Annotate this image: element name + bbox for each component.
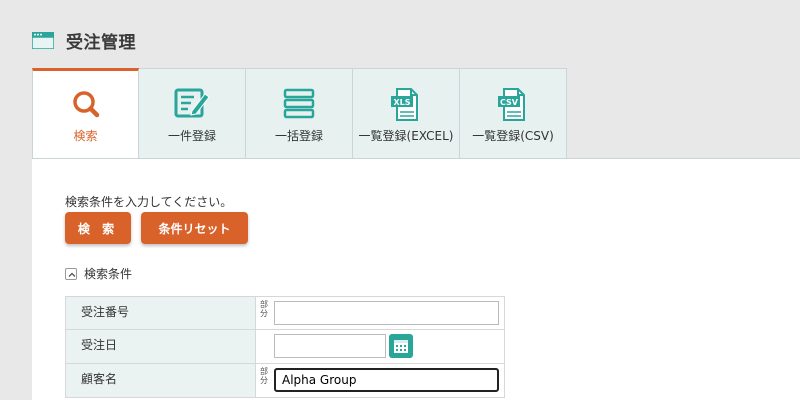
tab-label: 一覧登録(EXCEL) [358, 129, 454, 143]
tab-label: 一覧登録(CSV) [472, 129, 554, 143]
form-row-customer-name: 顧客名 部分 [65, 364, 505, 398]
order-date-label: 受注日 [66, 330, 256, 363]
customer-name-label: 顧客名 [66, 364, 256, 397]
tab-single-register[interactable]: 一件登録 [139, 68, 246, 159]
order-date-input[interactable] [274, 334, 386, 358]
form-cell: 部分 [256, 297, 504, 329]
search-panel: 検索条件を入力してください。 検 索 条件リセット 検索条件 受注番号 部分 受… [32, 158, 800, 400]
search-icon [66, 87, 106, 123]
tab-csv-register[interactable]: CSV 一覧登録(CSV) [460, 68, 567, 159]
page-title: 受注管理 [66, 33, 136, 53]
tab-search[interactable]: 検索 [32, 68, 139, 160]
tab-excel-register[interactable]: XLS 一覧登録(EXCEL) [353, 68, 460, 159]
search-conditions-form: 受注番号 部分 受注日 顧客名 部分 Alpha Group [65, 296, 505, 398]
tab-bulk-register[interactable]: 一括登録 [246, 68, 353, 159]
csv-file-icon: CSV [493, 87, 533, 123]
form-row-order-number: 受注番号 部分 [65, 296, 505, 330]
calendar-icon[interactable] [389, 334, 413, 358]
reset-conditions-button[interactable]: 条件リセット [141, 212, 248, 244]
chevron-up-icon [65, 267, 77, 280]
form-cell: 部分 [256, 364, 504, 397]
csv-badge-text: CSV [500, 98, 519, 107]
stack-list-icon [279, 87, 319, 123]
xls-badge-text: XLS [393, 98, 410, 107]
partial-match-mark: 部分 [260, 367, 268, 385]
tab-label: 一件登録 [167, 129, 216, 143]
window-icon [32, 32, 54, 49]
edit-form-icon [172, 87, 212, 123]
search-button[interactable]: 検 索 [65, 212, 131, 244]
xls-file-icon: XLS [386, 87, 426, 123]
tab-bar: 検索 一件登録 一括登録 XLS 一覧登録(EXCEL) CSV 一覧登録(CS… [32, 68, 567, 160]
search-conditions-toggle[interactable]: 検索条件 [65, 265, 132, 282]
tab-label: 検索 [73, 129, 98, 143]
search-instruction: 検索条件を入力してください。 [65, 195, 233, 209]
partial-match-mark: 部分 [260, 300, 268, 318]
order-number-input[interactable] [274, 301, 499, 325]
order-number-label: 受注番号 [66, 297, 256, 329]
search-conditions-label: 検索条件 [84, 267, 133, 281]
form-cell [256, 330, 504, 363]
tab-label: 一括登録 [274, 129, 323, 143]
form-row-order-date: 受注日 [65, 330, 505, 364]
page-header: 受注管理 [32, 28, 136, 53]
customer-name-input[interactable] [274, 368, 499, 392]
